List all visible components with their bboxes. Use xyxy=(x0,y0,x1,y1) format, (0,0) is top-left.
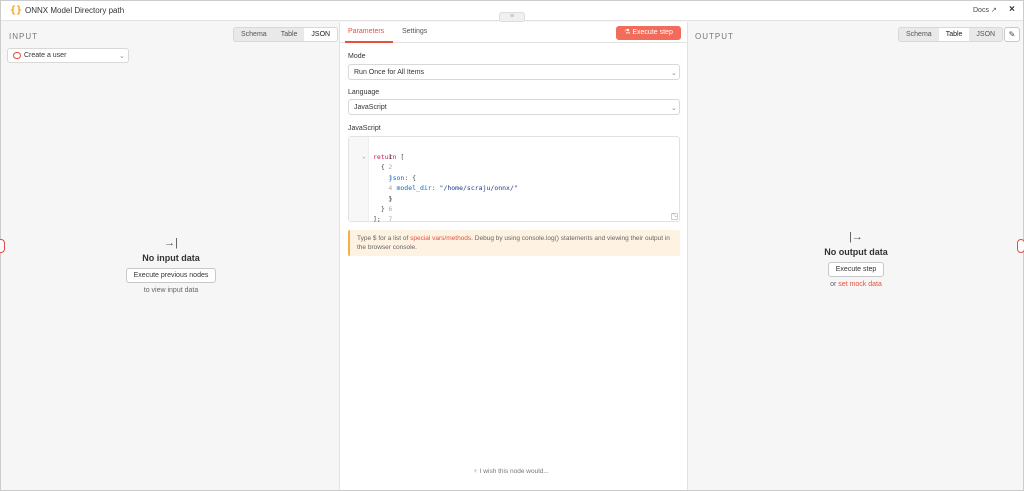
feedback-link[interactable]: ♀ I wish this node would... xyxy=(473,468,549,475)
output-panel: OUTPUT Schema Table JSON ✎ |→ No output … xyxy=(688,22,1023,490)
code-line: 4 model_dir: "/home/scraju/onnx/" xyxy=(373,184,518,192)
code-line: 1 ⌄ return [ xyxy=(362,153,405,161)
editor-resize-icon[interactable]: ⤡ xyxy=(671,213,678,220)
language-select[interactable]: JavaScript ⌄ xyxy=(348,99,680,115)
input-connector-handle[interactable] xyxy=(0,239,5,253)
execute-previous-nodes-button[interactable]: Execute previous nodes xyxy=(125,268,217,283)
params-tabs: Parameters Settings ⚗ Execute step xyxy=(340,22,687,43)
output-label: OUTPUT xyxy=(695,32,734,41)
output-connector-handle[interactable] xyxy=(1017,239,1024,253)
chevron-down-icon: ⌄ xyxy=(671,105,677,112)
feedback-label: I wish this node would... xyxy=(479,468,549,475)
external-link-icon: ↗ xyxy=(991,7,997,14)
language-value: JavaScript xyxy=(354,104,387,111)
output-tab-json[interactable]: JSON xyxy=(969,28,1002,41)
tab-settings[interactable]: Settings xyxy=(402,28,427,35)
code-line: 3 json: { xyxy=(373,174,417,182)
edit-output-icon[interactable]: ✎ xyxy=(1004,27,1020,42)
input-node-label: Create a user xyxy=(24,52,67,59)
arrow-to-right-icon: →| xyxy=(164,237,178,249)
code-editor[interactable]: 1 ⌄ return [ 2 { 3 json: { 4 model_dir: "/… xyxy=(348,136,680,223)
node-details-modal: {} ONNX Model Directory path Docs ↗ × ≡ … xyxy=(0,0,1024,491)
flask-icon: ⚗ xyxy=(624,29,631,36)
mode-select[interactable]: Run Once for All Items ⌄ xyxy=(348,64,680,80)
mode-label: Mode xyxy=(348,53,366,60)
execute-step-label: Execute step xyxy=(632,29,673,36)
code-line: 2 { xyxy=(373,163,393,171)
code-line: 5 } xyxy=(373,195,393,203)
docs-link[interactable]: Docs xyxy=(973,7,989,14)
input-tab-json[interactable]: JSON xyxy=(304,28,338,41)
chevron-down-icon: ⌄ xyxy=(119,53,125,60)
output-empty-title: No output data xyxy=(824,247,888,257)
mode-value: Run Once for All Items xyxy=(354,69,425,76)
code-line: 7]; xyxy=(373,215,393,223)
input-panel: INPUT Schema Table JSON Create a user ⌄ … xyxy=(1,22,339,490)
input-label: INPUT xyxy=(9,32,38,41)
output-execute-step-button[interactable]: Execute step xyxy=(827,262,885,277)
hint-callout: Type $ for a list of special vars/method… xyxy=(348,230,680,256)
special-vars-link[interactable]: special vars/methods xyxy=(410,235,471,242)
drag-handle[interactable]: ≡ xyxy=(499,12,525,22)
output-tab-table[interactable]: Table xyxy=(938,28,970,41)
code-node-icon: {} xyxy=(10,5,23,16)
node-link-icon xyxy=(13,52,21,59)
close-icon[interactable]: × xyxy=(1009,4,1015,15)
output-tab-schema[interactable]: Schema xyxy=(899,28,939,41)
code-line: 6 } xyxy=(373,205,393,213)
input-node-select[interactable]: Create a user ⌄ xyxy=(7,48,129,63)
tab-parameters[interactable]: Parameters xyxy=(348,28,384,35)
lightbulb-icon: ♀ xyxy=(473,468,478,475)
input-view-switcher: Schema Table JSON xyxy=(233,27,339,42)
input-empty-state: →| No input data Execute previous nodes … xyxy=(101,237,241,294)
active-tab-indicator xyxy=(345,41,393,43)
set-mock-data-link[interactable]: set mock data xyxy=(838,281,882,288)
input-tab-table[interactable]: Table xyxy=(274,28,305,41)
input-empty-subtitle: to view input data xyxy=(143,287,199,294)
input-tab-schema[interactable]: Schema xyxy=(234,28,274,41)
execute-step-button[interactable]: ⚗ Execute step xyxy=(616,26,681,40)
node-title[interactable]: ONNX Model Directory path xyxy=(25,6,124,15)
input-empty-title: No input data xyxy=(142,253,200,263)
output-view-switcher: Schema Table JSON xyxy=(898,27,1004,42)
code-label: JavaScript xyxy=(348,125,381,132)
arrow-out-icon: |→ xyxy=(849,231,863,243)
parameters-panel: Parameters Settings ⚗ Execute step Mode … xyxy=(339,22,688,490)
chevron-down-icon: ⌄ xyxy=(671,70,677,77)
output-empty-state: |→ No output data Execute step or set mo… xyxy=(786,231,926,288)
language-label: Language xyxy=(348,89,380,96)
mock-data-line: or set mock data xyxy=(830,281,882,288)
